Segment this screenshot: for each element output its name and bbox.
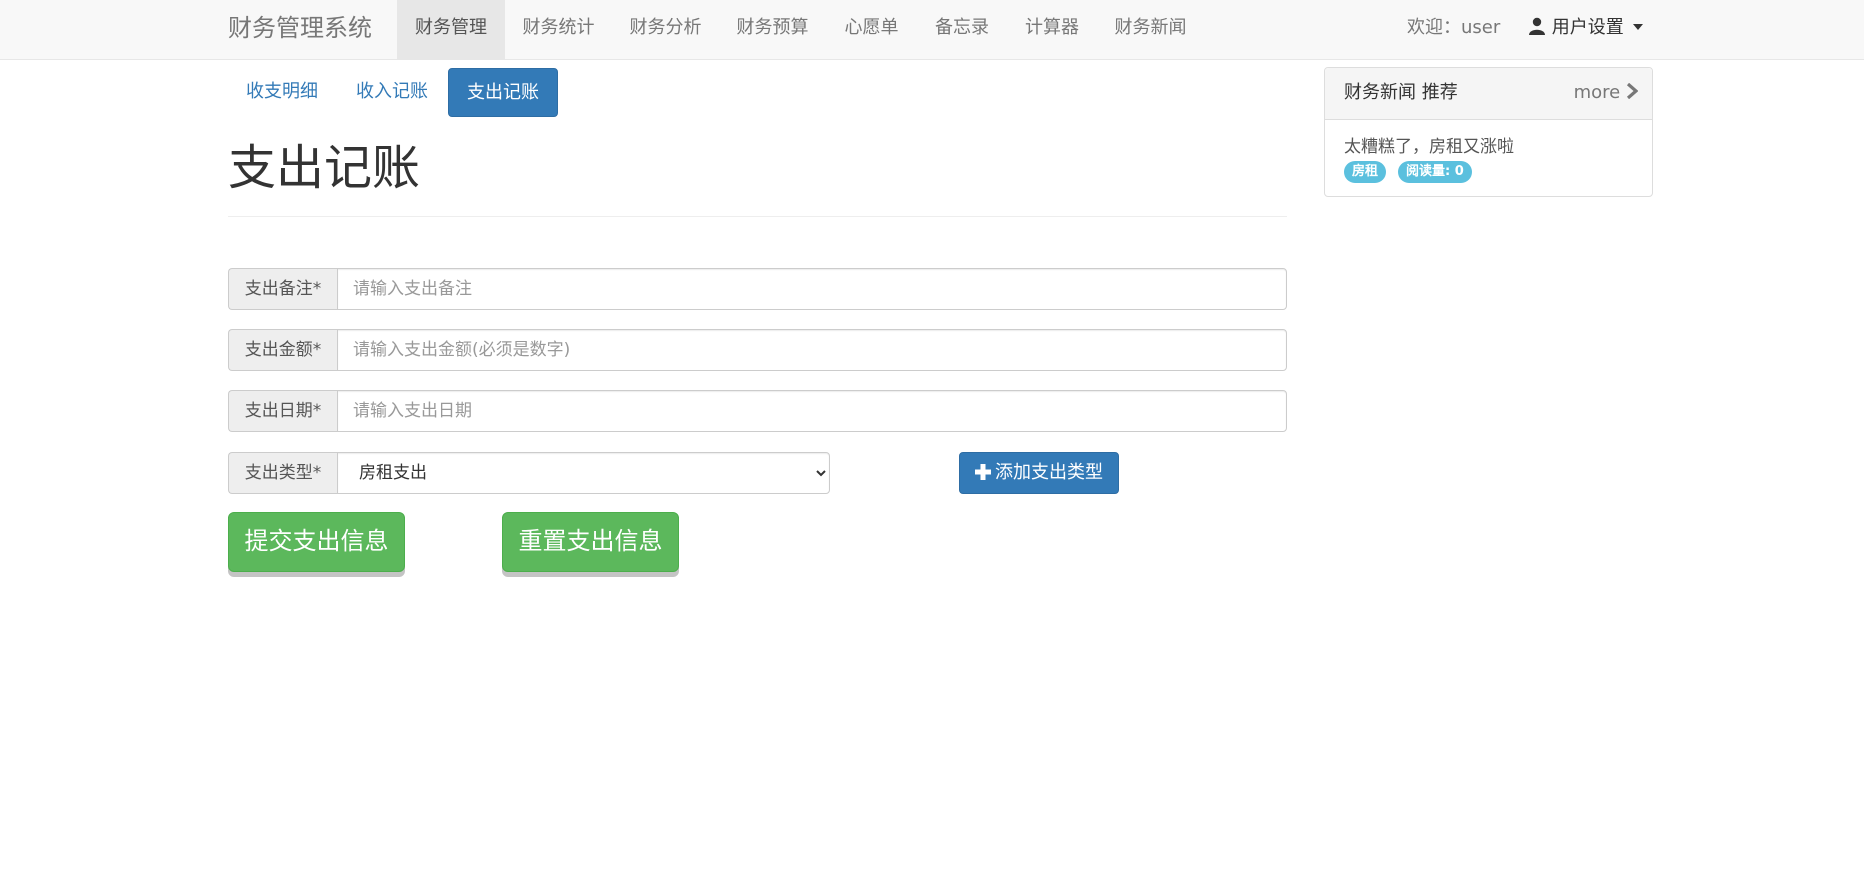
chevron-right-icon: [1626, 69, 1639, 100]
expense-date-label: 支出日期*: [228, 390, 337, 432]
top-navbar: 财务管理系统 财务管理 财务统计 财务分析 财务预算 心愿单 备忘录 计算器 财…: [0, 0, 1864, 60]
nav-item-finance-budget[interactable]: 财务预算: [719, 0, 826, 60]
panel-title: 财务新闻 推荐: [1344, 82, 1458, 103]
expense-date-group: 支出日期*: [228, 390, 1287, 432]
add-expense-type-button[interactable]: 添加支出类型: [959, 452, 1119, 494]
tab-income-record[interactable]: 收入记账: [338, 68, 446, 117]
more-label: more: [1573, 82, 1621, 103]
expense-type-label: 支出类型*: [228, 452, 337, 494]
expense-type-select[interactable]: 房租支出: [337, 452, 830, 494]
caret-down-icon: [1633, 24, 1644, 30]
expense-date-input[interactable]: [337, 390, 1287, 432]
more-link[interactable]: more: [1573, 68, 1639, 118]
nav-item-calculator[interactable]: 计算器: [1007, 0, 1097, 60]
expense-note-input[interactable]: [337, 268, 1287, 310]
submit-expense-button[interactable]: 提交支出信息: [228, 512, 405, 572]
expense-amount-input[interactable]: [337, 329, 1287, 371]
tab-income-expense-details[interactable]: 收支明细: [228, 68, 336, 117]
nav-item-finance-news[interactable]: 财务新闻: [1097, 0, 1204, 60]
tab-expense-record[interactable]: 支出记账: [448, 68, 558, 117]
nav-item-finance-analysis[interactable]: 财务分析: [612, 0, 719, 60]
user-settings-label: 用户设置: [1551, 17, 1624, 38]
tag-badge: 房租: [1344, 161, 1387, 183]
welcome-text: 欢迎：user: [1407, 17, 1501, 38]
person-icon: [1528, 2, 1546, 35]
expense-note-group: 支出备注*: [228, 268, 1287, 310]
add-expense-type-label: 添加支出类型: [995, 462, 1103, 483]
page-title: 支出记账: [228, 140, 421, 196]
user-settings-dropdown[interactable]: 用户设置: [1528, 0, 1644, 60]
expense-amount-group: 支出金额*: [228, 329, 1287, 371]
plus-icon: [975, 455, 991, 480]
nav-item-finance-management[interactable]: 财务管理: [397, 0, 505, 60]
expense-type-group: 支出类型* 房租支出: [228, 452, 830, 494]
nav-item-wishlist[interactable]: 心愿单: [826, 0, 917, 60]
nav-item-finance-statistics[interactable]: 财务统计: [505, 0, 612, 60]
read-count-badge: 阅读量: 0: [1398, 161, 1472, 183]
title-divider: [228, 216, 1287, 217]
reset-expense-button[interactable]: 重置支出信息: [502, 512, 679, 572]
nav-item-memo[interactable]: 备忘录: [917, 0, 1007, 60]
news-item-title[interactable]: 太糟糕了，房租又涨啦: [1344, 132, 1514, 157]
expense-note-label: 支出备注*: [228, 268, 337, 310]
panel-heading: 财务新闻 推荐 more: [1325, 68, 1652, 120]
expense-amount-label: 支出金额*: [228, 329, 337, 371]
news-recommend-panel: 财务新闻 推荐 more 太糟糕了，房租又涨啦 房租 阅读量: 0: [1324, 67, 1653, 197]
brand-title[interactable]: 财务管理系统: [228, 0, 372, 60]
